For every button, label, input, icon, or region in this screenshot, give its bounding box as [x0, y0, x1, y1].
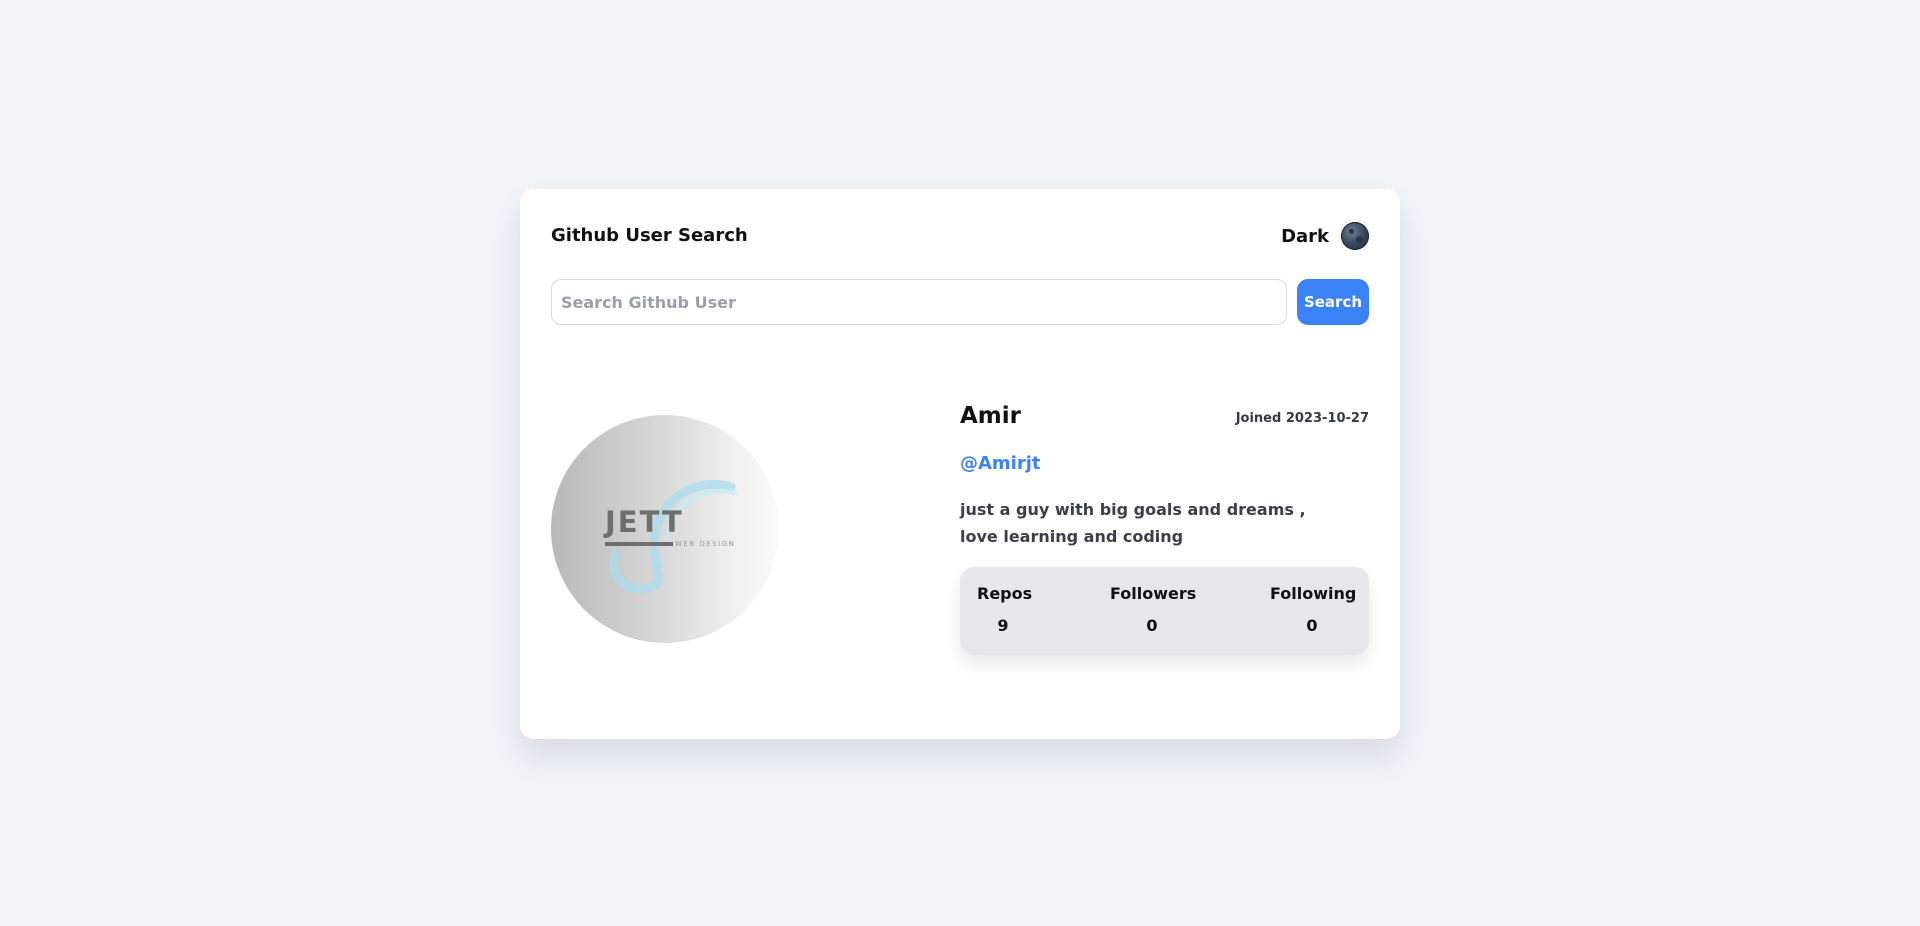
stat-label: Followers: [1110, 584, 1197, 603]
user-login-link[interactable]: @Amirjt: [960, 453, 1041, 474]
avatar: JETT WEB DESIGN: [551, 415, 779, 643]
stat-value: 9: [997, 616, 1009, 635]
user-bio: just a guy with big goals and dreams , l…: [960, 500, 1306, 546]
avatar-logo-text: JETT: [605, 505, 684, 539]
user-name: Amir: [960, 403, 1021, 429]
app-title: Github User Search: [551, 225, 748, 246]
stat-following: Following 0: [1270, 584, 1357, 635]
moon-icon[interactable]: [1341, 222, 1369, 250]
stat-value: 0: [1306, 616, 1318, 635]
theme-toggle[interactable]: Dark: [1281, 222, 1369, 250]
stats-panel: Repos 9 Followers 0 Following 0: [960, 567, 1369, 655]
avatar-logo-underline: [605, 542, 673, 546]
search-button[interactable]: Search: [1297, 279, 1369, 325]
search-input[interactable]: [551, 279, 1287, 325]
stat-repos: Repos 9: [977, 584, 1033, 635]
stat-value: 0: [1146, 616, 1158, 635]
stat-label: Repos: [977, 584, 1033, 603]
avatar-logo-subtext: WEB DESIGN: [675, 540, 736, 548]
stat-label: Following: [1270, 584, 1357, 603]
theme-toggle-label: Dark: [1281, 225, 1329, 247]
user-search-card: Github User Search Dark Search JETT WEB …: [520, 189, 1400, 739]
joined-date: Joined 2023-10-27: [1235, 411, 1369, 426]
stat-followers: Followers 0: [1110, 584, 1197, 635]
